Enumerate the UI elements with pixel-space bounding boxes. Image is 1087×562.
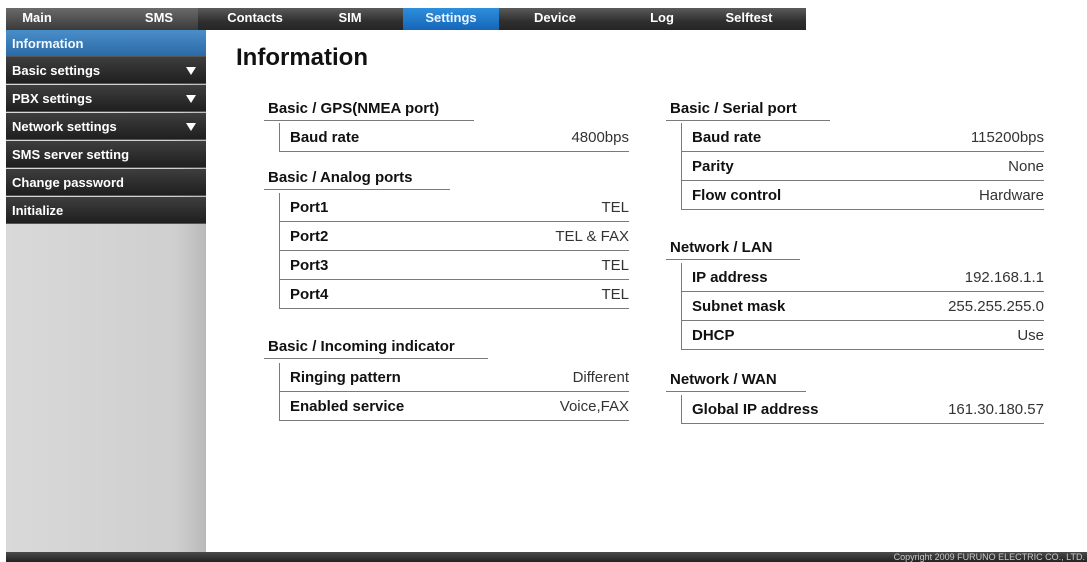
row-value: 255.255.255.0 [948, 298, 1044, 315]
app-frame: Main SMS Contacts SIM Settings Device Lo… [6, 8, 1087, 562]
triangle-down-icon [186, 95, 196, 103]
info-row: IP address 192.168.1.1 [682, 263, 1044, 292]
row-label: Flow control [692, 187, 782, 204]
sidebar: Information Basic settings PBX settings … [6, 30, 206, 552]
info-row: Ringing pattern Different [280, 363, 629, 392]
sidebar-item-sms-server-setting[interactable]: SMS server setting [6, 141, 206, 168]
row-value: Use [1017, 327, 1044, 344]
page-title: Information [236, 44, 368, 71]
lan-rows: IP address 192.168.1.1 Subnet mask 255.2… [681, 263, 1044, 350]
row-label: Baud rate [692, 129, 762, 146]
row-label: Parity [692, 158, 734, 175]
info-row: DHCP Use [682, 321, 1044, 350]
incoming-rows: Ringing pattern Different Enabled servic… [279, 363, 629, 421]
row-label: DHCP [692, 327, 735, 344]
row-label: Port4 [290, 286, 329, 303]
sidebar-item-label: Initialize [12, 203, 64, 218]
section-title-serial: Basic / Serial port [666, 100, 830, 121]
sidebar-item-label: PBX settings [12, 91, 93, 106]
tab-sms[interactable]: SMS [136, 8, 182, 30]
row-value: TEL [601, 286, 629, 303]
gps-rows: Baud rate 4800bps [279, 123, 629, 152]
top-nav-tail [806, 8, 1087, 30]
tab-selftest[interactable]: Selftest [706, 8, 792, 30]
section-title-gps: Basic / GPS(NMEA port) [264, 100, 474, 121]
serial-rows: Baud rate 115200bps Parity None Flow con… [681, 123, 1044, 210]
triangle-down-icon [186, 123, 196, 131]
section-title-wan: Network / WAN [666, 371, 806, 392]
row-value: 192.168.1.1 [964, 269, 1044, 286]
sidebar-item-label: Basic settings [12, 63, 101, 78]
info-row: Global IP address 161.30.180.57 [682, 395, 1044, 424]
analog-rows: Port1 TEL Port2 TEL & FAX Port3 TEL Port… [279, 193, 629, 309]
tab-sim[interactable]: SIM [328, 8, 372, 30]
top-nav: Main SMS Contacts SIM Settings Device Lo… [6, 8, 1087, 30]
row-label: Baud rate [290, 129, 360, 146]
row-value: 161.30.180.57 [948, 401, 1044, 418]
row-value: Voice,FAX [559, 398, 629, 415]
row-label: Port2 [290, 228, 329, 245]
row-value: 115200bps [970, 129, 1044, 146]
row-value: Different [572, 369, 629, 386]
info-row: Port1 TEL [280, 193, 629, 222]
sidebar-item-basic-settings[interactable]: Basic settings [6, 57, 206, 84]
row-label: Port1 [290, 199, 329, 216]
tab-device[interactable]: Device [524, 8, 586, 30]
row-value: TEL [601, 199, 629, 216]
sidebar-item-label: Information [12, 36, 84, 51]
tab-settings[interactable]: Settings [403, 8, 499, 30]
sidebar-item-pbx-settings[interactable]: PBX settings [6, 85, 206, 112]
sidebar-item-label: Change password [12, 175, 124, 190]
info-row: Port4 TEL [280, 280, 629, 309]
row-label: Ringing pattern [290, 369, 401, 386]
tab-main[interactable]: Main [14, 8, 60, 30]
row-label: Global IP address [692, 401, 819, 418]
copyright-text: Copyright 2009 FURUNO ELECTRIC CO., LTD. [893, 552, 1085, 562]
row-label: Port3 [290, 257, 329, 274]
info-row: Port2 TEL & FAX [280, 222, 629, 251]
wan-rows: Global IP address 161.30.180.57 [681, 395, 1044, 424]
info-row: Parity None [682, 152, 1044, 181]
sidebar-item-information[interactable]: Information [6, 30, 206, 57]
row-label: Enabled service [290, 398, 405, 415]
sidebar-item-label: SMS server setting [12, 147, 130, 162]
main-content: Information Basic / GPS(NMEA port) Baud … [206, 30, 1087, 552]
info-row: Port3 TEL [280, 251, 629, 280]
row-value: TEL [601, 257, 629, 274]
info-row: Flow control Hardware [682, 181, 1044, 210]
row-value: None [1008, 158, 1044, 175]
section-title-analog: Basic / Analog ports [264, 169, 450, 190]
row-value: TEL & FAX [555, 228, 629, 245]
triangle-down-icon [186, 67, 196, 75]
sidebar-item-network-settings[interactable]: Network settings [6, 113, 206, 140]
row-label: IP address [692, 269, 768, 286]
sidebar-item-initialize[interactable]: Initialize [6, 197, 206, 224]
row-value: Hardware [978, 187, 1044, 204]
section-title-lan: Network / LAN [666, 239, 800, 260]
tab-log[interactable]: Log [644, 8, 680, 30]
sidebar-item-change-password[interactable]: Change password [6, 169, 206, 196]
info-row: Enabled service Voice,FAX [280, 392, 629, 421]
sidebar-item-label: Network settings [12, 119, 117, 134]
row-value: 4800bps [571, 129, 629, 146]
row-label: Subnet mask [692, 298, 786, 315]
info-row: Baud rate 4800bps [280, 123, 629, 152]
section-title-incoming: Basic / Incoming indicator [264, 338, 488, 359]
info-row: Baud rate 115200bps [682, 123, 1044, 152]
tab-contacts[interactable]: Contacts [220, 8, 290, 30]
info-row: Subnet mask 255.255.255.0 [682, 292, 1044, 321]
